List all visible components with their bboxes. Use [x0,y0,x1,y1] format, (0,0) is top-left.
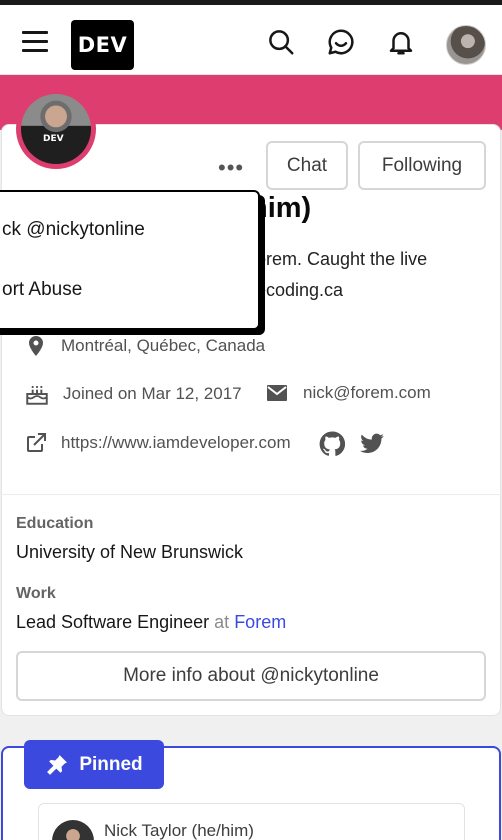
pinned-badge: Pinned [24,740,164,789]
profile-bio: orem. Caught the live ecoding.ca [256,249,428,300]
email-row: nick@forem.com [264,381,431,405]
external-link-icon [27,433,46,452]
website-link[interactable]: https://www.iamdeveloper.com [61,433,291,453]
report-abuse-menu-item[interactable]: ort Abuse [2,279,82,301]
block-user-menu-item[interactable]: ck @nickytonline [2,219,145,241]
joined-date: Joined on Mar 12, 2017 [63,384,242,403]
hamburger-menu-icon[interactable] [22,31,48,53]
location-row: Montréal, Québec, Canada [24,333,265,359]
email-link[interactable]: nick@forem.com [303,383,431,403]
work-value: Lead Software Engineer at Forem [16,612,287,632]
education-value: University of New Brunswick [16,542,244,562]
location-pin-icon [29,336,43,356]
github-icon[interactable] [319,431,345,457]
education-label: Education [16,515,94,532]
more-options-button[interactable]: ••• [218,157,244,179]
more-options-dropdown: ck @nickytonline ort Abuse [0,190,260,330]
twitter-icon[interactable] [358,431,386,457]
notifications-bell-icon[interactable] [386,27,416,57]
cake-icon [26,385,48,405]
card-divider [1,494,501,495]
website-row: https://www.iamdeveloper.com [24,431,291,455]
email-icon [267,385,287,401]
chat-icon[interactable] [326,27,356,57]
pin-icon [47,754,68,775]
dev-logo[interactable]: DEV [71,20,134,70]
location-text: Montréal, Québec, Canada [61,336,266,355]
more-info-button[interactable]: More info about @nickytonline [16,651,486,701]
joined-row: Joined on Mar 12, 2017 [24,381,242,407]
chat-button[interactable]: Chat [266,141,348,190]
search-icon[interactable] [266,27,296,57]
work-company-link[interactable]: Forem [234,612,286,632]
pinned-post-author[interactable]: Nick Taylor (he/him) [104,821,254,840]
top-navigation-bar: DEV [0,0,502,75]
profile-avatar: DEV [16,89,96,169]
user-avatar[interactable] [446,25,486,65]
work-label: Work [16,585,56,602]
following-button[interactable]: Following [358,141,486,190]
